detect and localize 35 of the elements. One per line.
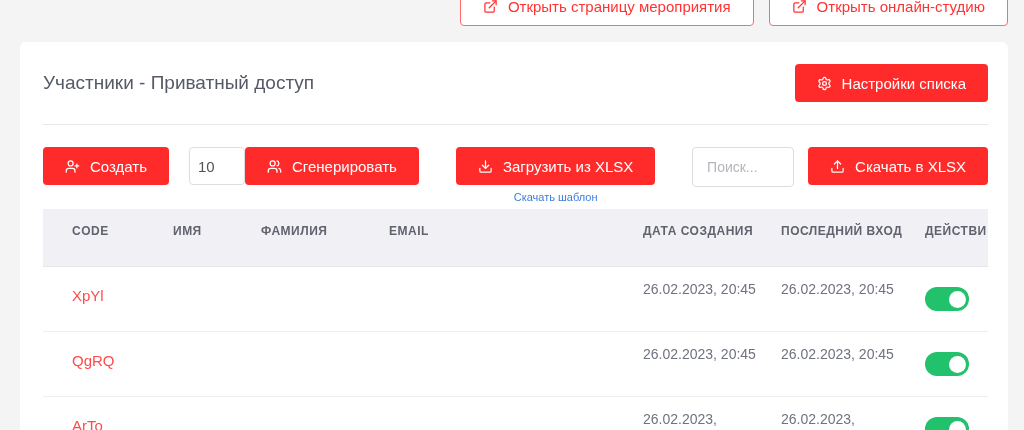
table-cell: 26.02.2023, <box>643 411 717 427</box>
card-title: Участники - Приватный доступ <box>43 72 315 94</box>
upload-icon <box>830 158 846 174</box>
external-link-icon <box>791 0 807 14</box>
column-header: EMAIL <box>389 223 430 240</box>
user-plus-icon <box>65 158 80 174</box>
column-header: ПОСЛЕДНИЙ ВХОД <box>781 222 904 240</box>
participant-code[interactable]: QgRQ <box>72 352 115 369</box>
search-field[interactable]: Поиск... <box>692 147 795 187</box>
toggle-switch[interactable] <box>925 352 969 376</box>
toggle-switch[interactable] <box>925 287 969 311</box>
generate-button[interactable]: Сгенерировать <box>245 147 419 185</box>
settings-button[interactable]: Настройки списка <box>794 64 988 102</box>
users-icon <box>267 158 282 174</box>
export-button[interactable]: Скачать в XLSX <box>808 147 988 185</box>
column-header: ДЕЙСТВИ <box>925 222 988 240</box>
open-button[interactable]: Открыть онлайн-студию <box>768 0 1008 26</box>
upload-button[interactable]: Загрузить из XLSX <box>455 147 656 185</box>
settings-icon <box>816 75 832 91</box>
table-cell: 26.02.2023, 20:45 <box>781 281 894 297</box>
column-header: ДАТА СОЗДАНИЯ <box>643 223 755 240</box>
create-button[interactable]: Создать <box>43 147 169 185</box>
table-cell: 26.02.2023, 20:45 <box>781 346 894 362</box>
external-link-icon <box>482 0 498 14</box>
column-header: ИМЯ <box>173 223 203 240</box>
table-cell: 26.02.2023, <box>781 411 855 427</box>
table-cell: 26.02.2023, 20:45 <box>643 346 756 362</box>
column-header: ФАМИЛИЯ <box>261 223 329 240</box>
template-link[interactable]: Скачать шаблон <box>513 191 598 203</box>
open-button[interactable]: Открыть страницу мероприятия <box>459 0 754 26</box>
column-header: CODE <box>71 223 110 240</box>
table-cell: 26.02.2023, 20:45 <box>643 281 756 297</box>
participant-code[interactable]: XpYl <box>72 287 104 304</box>
download-icon <box>477 158 493 174</box>
count-field[interactable]: 10 <box>189 147 245 185</box>
